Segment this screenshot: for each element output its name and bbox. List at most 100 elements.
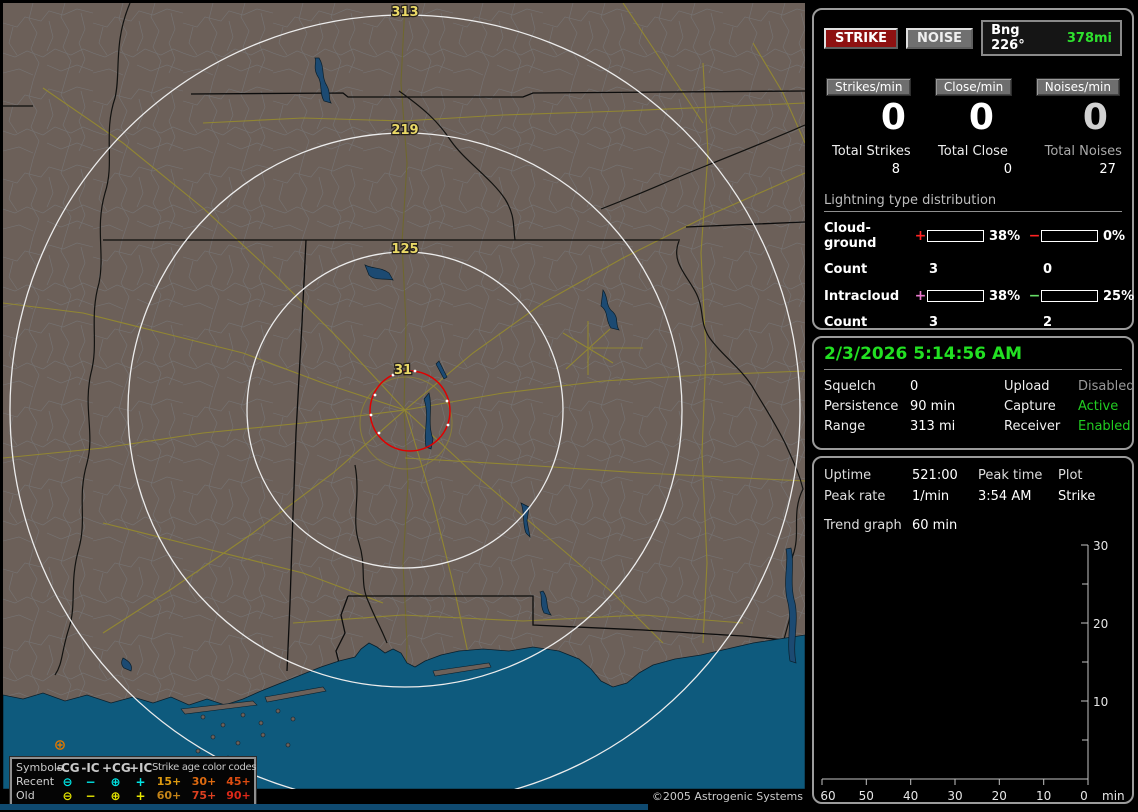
legend-recent-label: Recent	[16, 775, 55, 788]
ic-minus-bar	[1041, 290, 1098, 302]
cg-plus-bar	[927, 230, 984, 242]
peak-time-label: Peak time	[978, 468, 1043, 483]
capture-label: Capture	[1004, 399, 1056, 414]
cg-minus-sign: −	[1028, 228, 1041, 244]
total-strikes-value: 8	[891, 162, 900, 177]
legend-symbols-header: Symbols	[16, 761, 63, 774]
status-grid: Squelch 0 Upload Disabled Persistence 90…	[824, 379, 1134, 434]
noises-per-min-chip: Noises/min	[1035, 78, 1120, 96]
distribution-title: Lightning type distribution	[824, 193, 1122, 212]
counters-panel: STRIKE NOISE Bng 226° 378mi Strikes/min …	[812, 8, 1134, 330]
trend-y-ticks	[1081, 544, 1088, 741]
x-tick-20: 20	[992, 789, 1007, 803]
datetime-display: 2/3/2026 5:14:56 AM	[824, 344, 1122, 370]
ic-minus-pct: 25%	[1103, 288, 1135, 304]
peak-rate-label: Peak rate	[824, 489, 886, 504]
mode-toolbar: STRIKE NOISE Bng 226° 378mi	[824, 20, 1122, 56]
peak-time-value: 3:54 AM	[978, 489, 1032, 504]
cg-minus-count: 0	[1043, 262, 1053, 277]
strikes-per-min-chip: Strikes/min	[826, 78, 912, 96]
ic-plus-count: 3	[929, 315, 939, 330]
plot-label: Plot	[1058, 468, 1083, 483]
neg-ic-recent-icon: −	[85, 775, 96, 789]
age-45: 45+	[226, 775, 251, 788]
cg-plus-count: 3	[929, 262, 939, 277]
plot-value: Strike	[1058, 489, 1096, 504]
total-noises-value: 27	[1099, 162, 1116, 177]
status-panel: 2/3/2026 5:14:56 AM Squelch 0 Upload Dis…	[812, 336, 1134, 450]
noises-per-min-value: 0	[1082, 97, 1108, 138]
stats-panel: Uptime 521:00 Peak time Plot Peak rate 1…	[812, 456, 1134, 804]
trend-graph-row: Trend graph 60 min	[824, 518, 1122, 533]
pos-ic-recent-icon: +	[135, 775, 146, 789]
upload-label: Upload	[1004, 379, 1050, 394]
cg-plus-sign: +	[914, 228, 927, 244]
ring-label-125: 125	[391, 242, 418, 257]
bearing-distance-value: 378mi	[1066, 30, 1112, 46]
trend-x-ticks	[821, 779, 1089, 785]
x-tick-0: 0	[1080, 789, 1088, 803]
ic-minus-count: 2	[1043, 315, 1053, 330]
app-window: 313 219 125 31 Symbols -CG -IC +CG +IC S…	[0, 0, 1138, 812]
total-noises-label: Total Noises	[1044, 144, 1122, 159]
ic-plus-sign: +	[914, 288, 927, 304]
age-15: 15+	[156, 775, 182, 788]
range-value: 313 mi	[910, 419, 956, 434]
map-canvas[interactable]: 313 219 125 31	[2, 2, 806, 806]
pos-cg-recent-icon: ⊕	[110, 775, 121, 789]
noise-toggle-button[interactable]: NOISE	[906, 27, 974, 49]
x-tick-10: 10	[1036, 789, 1051, 803]
upload-status: Disabled	[1078, 379, 1135, 394]
cg-plus-pct: 38%	[989, 228, 1021, 244]
ic-minus-sign: −	[1028, 288, 1041, 304]
intracloud-label: Intracloud	[824, 288, 900, 304]
totals-values-row: 8 0 27	[820, 162, 1126, 177]
ic-plus-pct: 38%	[989, 288, 1021, 304]
legend-col-pos-ic: +IC	[129, 761, 153, 775]
x-tick-60: 60	[820, 789, 835, 803]
total-close-value: 0	[1003, 162, 1012, 177]
total-close-label: Total Close	[938, 144, 1008, 159]
y-tick-20: 20	[1093, 617, 1108, 631]
strikes-per-min-value: 0	[880, 97, 906, 138]
close-per-min-value: 0	[968, 97, 994, 138]
strike-toggle-button[interactable]: STRIKE	[824, 27, 899, 49]
legend-col-pos-cg: +CG	[102, 761, 131, 775]
rate-values-row: 0 0 0	[820, 98, 1126, 138]
stats-grid: Uptime 521:00 Peak time Plot Peak rate 1…	[824, 468, 1122, 504]
cloud-ground-label: Cloud-ground	[824, 221, 877, 251]
x-tick-40: 40	[903, 789, 918, 803]
persistence-label: Persistence	[824, 399, 899, 414]
capture-status: Active	[1078, 399, 1119, 414]
cg-minus-pct: 0%	[1103, 228, 1126, 244]
trend-graph-label: Trend graph	[824, 518, 902, 533]
age-30: 30+	[191, 775, 217, 788]
total-strikes-label: Total Strikes	[832, 144, 911, 159]
x-tick-30: 30	[947, 789, 962, 803]
ring-label-313: 313	[391, 5, 418, 20]
uptime-label: Uptime	[824, 468, 872, 483]
bearing-label: Bng 226°	[991, 23, 1025, 53]
rate-chips-row: Strikes/min Close/min Noises/min	[820, 78, 1126, 96]
ring-label-31: 31	[394, 363, 412, 378]
persistence-value: 90 min	[910, 399, 956, 414]
neg-cg-recent-icon: ⊖	[62, 775, 73, 789]
close-per-min-chip: Close/min	[934, 78, 1013, 96]
window-edge-band	[0, 804, 648, 810]
ic-plus-bar	[927, 290, 984, 302]
legend-age-title: Strike age color codes	[152, 762, 257, 773]
range-label: Range	[824, 419, 866, 434]
receiver-label: Receiver	[1004, 419, 1061, 434]
uptime-value: 521:00	[912, 468, 958, 483]
cg-minus-bar	[1041, 230, 1098, 242]
y-tick-30: 30	[1093, 539, 1108, 553]
map-svg: 313 219 125 31	[2, 2, 806, 806]
trend-chart: 30 20 10 60 50 40 30 20 10 0 min	[820, 539, 1124, 803]
legend-col-neg-ic: -IC	[81, 761, 100, 775]
trend-window-value: 60 min	[912, 518, 958, 533]
ic-count-label: Count	[824, 315, 868, 330]
legend-col-neg-cg: -CG	[56, 761, 80, 775]
peak-rate-value: 1/min	[912, 489, 950, 504]
x-tick-50: 50	[859, 789, 874, 803]
y-tick-10: 10	[1093, 695, 1108, 709]
